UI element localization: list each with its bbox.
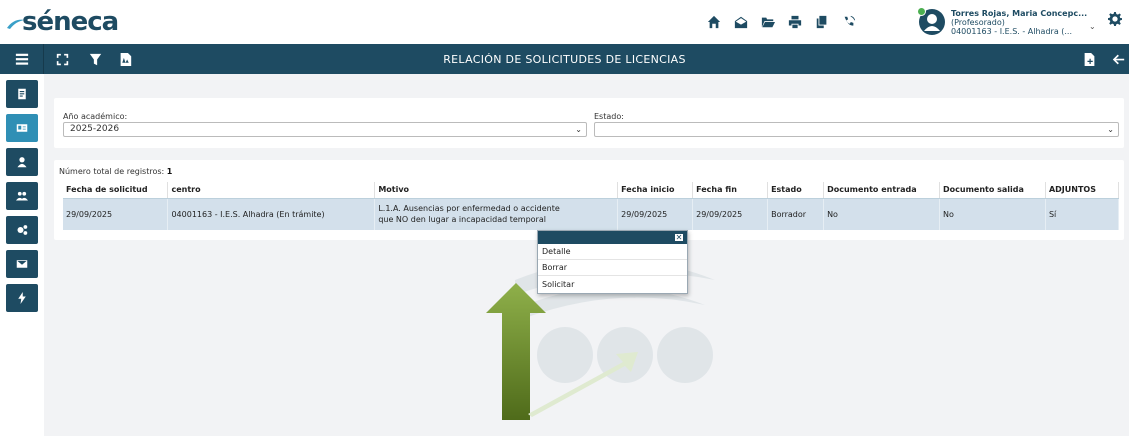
print-button[interactable]: [781, 12, 808, 32]
user-name: Torres Rojas, Maria Concepc...: [951, 8, 1088, 18]
back-button[interactable]: [1110, 51, 1126, 67]
state-select[interactable]: ⌄: [594, 122, 1119, 137]
total-records-count: 1: [166, 167, 173, 176]
id-card-icon: [16, 124, 28, 132]
chevron-down-icon[interactable]: ⌄: [1089, 22, 1096, 31]
page-title: RELACIÓN DE SOLICITUDES DE LICENCIAS: [443, 53, 686, 66]
logo-text: séneca: [22, 7, 119, 37]
sidebar-item-personal[interactable]: [6, 114, 38, 142]
menu-item-borrar[interactable]: Borrar: [538, 260, 687, 276]
sidebar: [0, 74, 44, 436]
close-icon[interactable]: ✕: [674, 233, 684, 242]
cell-fecha-solicitud: 29/09/2025: [63, 198, 169, 230]
home-icon: [707, 15, 720, 29]
sidebar-item-groups[interactable]: [6, 182, 38, 210]
sidebar-item-quick-access[interactable]: [6, 284, 38, 312]
cell-doc-entrada: No: [823, 198, 940, 230]
seneca-logo[interactable]: séneca: [6, 6, 119, 38]
mail-button[interactable]: [727, 12, 754, 32]
home-button[interactable]: [700, 12, 727, 32]
sidebar-item-documents[interactable]: [6, 80, 38, 108]
column-header[interactable]: Fecha de solicitud: [63, 182, 169, 199]
new-file-icon: [1084, 52, 1094, 66]
cell-centro: 04001163 - I.E.S. Alhadra (En trámite): [167, 198, 376, 230]
user-role: (Profesorado): [951, 17, 1005, 27]
sidebar-item-users[interactable]: [6, 148, 38, 176]
printer-icon: [788, 15, 801, 29]
menu-item-solicitar[interactable]: Solicitar: [538, 276, 687, 292]
envelope-icon: [16, 260, 28, 268]
year-select[interactable]: 2025-2026 ⌄: [63, 122, 587, 137]
sidebar-item-settings[interactable]: [6, 216, 38, 244]
folder-open-icon: [761, 17, 775, 28]
results-panel: Número total de registros: 1 Fecha de so…: [54, 160, 1124, 240]
motivo-line: que NO den lugar a incapacidad temporal: [378, 215, 546, 225]
avatar: [917, 7, 945, 35]
row-context-menu: ✕ Detalle Borrar Solicitar: [537, 230, 688, 294]
cell-motivo: L.1.A. Ausencias por enfermedad o accide…: [374, 198, 619, 230]
cell-fecha-fin: 29/09/2025: [692, 198, 769, 230]
total-records: Número total de registros: 1: [59, 167, 172, 176]
user-tie-icon: [17, 157, 27, 168]
cogs-icon: [17, 225, 28, 235]
menu-item-detalle[interactable]: Detalle: [538, 244, 687, 260]
top-header: séneca Torres Rojas, Maria Concepc... (P…: [0, 0, 1129, 44]
user-menu[interactable]: Torres Rojas, Maria Concepc... (Profesor…: [917, 3, 1099, 41]
settings-button[interactable]: [1108, 12, 1124, 28]
context-menu-header: ✕: [538, 231, 687, 244]
online-status-dot: [917, 7, 926, 16]
chevron-down-icon: ⌄: [575, 125, 582, 134]
total-records-label: Número total de registros:: [59, 167, 165, 176]
arrow-left-icon: [1112, 54, 1124, 64]
gear-icon: [1108, 12, 1122, 26]
column-header[interactable]: ADJUNTOS: [1045, 182, 1120, 199]
chevron-down-icon: ⌄: [1107, 125, 1114, 134]
motivo-line: L.1.A. Ausencias por enfermedad o accide…: [378, 204, 560, 214]
licenses-table: Fecha de solicitud centro Motivo Fecha i…: [63, 182, 1120, 230]
column-header[interactable]: Documento entrada: [823, 182, 940, 199]
documents-button[interactable]: [808, 12, 835, 32]
column-header[interactable]: Fecha fin: [692, 182, 769, 199]
lightning-icon: [18, 292, 26, 304]
phone-icon: [844, 15, 855, 26]
document-icon: [18, 88, 26, 100]
column-header[interactable]: centro: [167, 182, 376, 199]
table-row[interactable]: 29/09/2025 04001163 - I.E.S. Alhadra (En…: [63, 198, 1120, 230]
sidebar-item-messages[interactable]: [6, 250, 38, 278]
faint-diagonal-arrow-icon: [528, 352, 638, 417]
year-label: Año académico:: [63, 112, 128, 121]
users-icon: [16, 191, 28, 201]
state-label: Estado:: [594, 112, 624, 121]
user-center: 04001163 - I.E.S. - Alhadra (...: [951, 26, 1073, 36]
table-header-row: Fecha de solicitud centro Motivo Fecha i…: [63, 182, 1120, 199]
filter-panel: Año académico: 2025-2026 ⌄ Estado: ⌄: [54, 98, 1124, 148]
new-document-button[interactable]: [1081, 51, 1097, 67]
cell-doc-salida: No: [939, 198, 1046, 230]
column-header[interactable]: Documento salida: [939, 182, 1046, 199]
column-header[interactable]: Fecha inicio: [617, 182, 694, 199]
title-bar: RELACIÓN DE SOLICITUDES DE LICENCIAS: [0, 44, 1129, 74]
user-info: Torres Rojas, Maria Concepc... (Profesor…: [951, 9, 1091, 36]
top-toolbar: [700, 12, 862, 32]
column-header[interactable]: Motivo: [374, 182, 619, 199]
cell-fecha-inicio: 29/09/2025: [617, 198, 694, 230]
folder-button[interactable]: [754, 12, 781, 32]
copy-icon: [816, 15, 826, 29]
year-select-value: 2025-2026: [70, 124, 120, 134]
envelope-open-icon: [734, 16, 747, 29]
phone-button[interactable]: [835, 12, 862, 32]
cell-estado: Borrador: [767, 198, 825, 230]
cell-adjuntos: Sí: [1045, 198, 1120, 230]
column-header[interactable]: Estado: [767, 182, 825, 199]
